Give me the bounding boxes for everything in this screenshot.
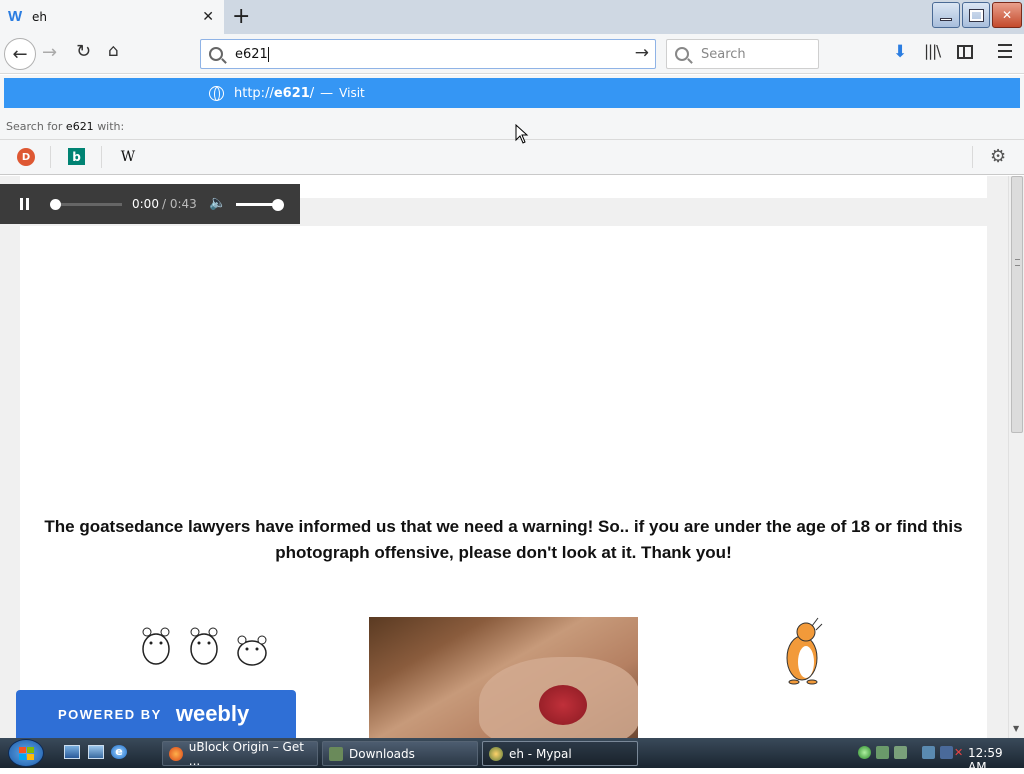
minimize-button[interactable]	[932, 2, 960, 28]
dancing-hamster-icon	[786, 617, 823, 685]
visit-url: http://e621/	[234, 85, 315, 101]
volume-muted-icon[interactable]: ✕	[954, 746, 967, 759]
search-icon	[675, 47, 689, 61]
wikipedia-icon[interactable]: W	[119, 148, 137, 166]
go-arrow-icon[interactable]: →	[635, 43, 649, 63]
search-with-label: Search for e621 with:	[6, 120, 125, 133]
visit-suggestion[interactable]: http://e621/ — Visit	[4, 78, 1020, 108]
mypal-icon	[489, 746, 503, 761]
volume-knob[interactable]	[272, 199, 284, 211]
mouse-cursor-icon	[515, 124, 529, 144]
seek-bar[interactable]	[50, 199, 122, 210]
url-bar[interactable]: e621 →	[200, 39, 656, 69]
weebly-logo: weebly	[175, 701, 250, 726]
hamster-icon	[142, 627, 170, 665]
tray-app-icon[interactable]	[894, 746, 907, 759]
taskbar-item-eh-mypal[interactable]: eh - Mypal	[482, 741, 638, 766]
tab-eh[interactable]: W eh ✕	[0, 0, 224, 34]
badge-powered-text: POWERED BY	[58, 706, 162, 722]
warning-text: The goatsedance lawyers have informed us…	[44, 517, 963, 562]
restore-button[interactable]	[962, 2, 990, 28]
globe-icon	[209, 85, 224, 101]
taskbar-item-ublock[interactable]: uBlock Origin – Get ...	[162, 739, 318, 768]
divider	[972, 146, 973, 168]
forward-button[interactable]: →	[42, 42, 57, 63]
home-button[interactable]: ⌂	[108, 41, 119, 61]
photo-detail	[539, 685, 587, 725]
monitor-tray-icon[interactable]	[922, 746, 935, 759]
visit-separator: —	[320, 85, 334, 101]
url-suggestion-dropdown: http://e621/ — Visit Search for e621 wit…	[0, 75, 1024, 175]
task-label: uBlock Origin – Get ...	[188, 739, 304, 768]
search-engine-row: D b W ⚙	[0, 139, 1024, 173]
audio-player: 0:00 / 0:43 🔈	[0, 184, 300, 224]
gear-icon[interactable]: ⚙	[990, 146, 1006, 167]
close-tab-icon[interactable]: ✕	[202, 9, 214, 25]
hamster-icon	[190, 627, 218, 665]
sync-tray-icon[interactable]	[858, 746, 871, 759]
powered-by-weebly-badge[interactable]: POWERED BY weebly	[16, 690, 296, 738]
sidebar-icon[interactable]	[957, 45, 973, 59]
switch-windows-icon[interactable]	[88, 745, 104, 759]
task-label: Downloads	[349, 746, 415, 761]
show-desktop-icon[interactable]	[64, 745, 80, 759]
start-button[interactable]	[8, 739, 44, 767]
duckduckgo-icon[interactable]: D	[17, 148, 35, 166]
taskbar-item-downloads[interactable]: Downloads	[322, 741, 478, 766]
duration: / 0:43	[162, 197, 197, 211]
visit-action-label: Visit	[339, 86, 365, 100]
bing-icon[interactable]: b	[68, 148, 85, 165]
clock[interactable]: 12:59 AM	[968, 746, 1024, 774]
divider	[50, 146, 51, 168]
photograph	[369, 617, 638, 738]
hamster-icon	[237, 635, 267, 666]
taskbar: e uBlock Origin – Get ... Downloads eh -…	[0, 738, 1024, 774]
scrollbar-thumb[interactable]	[1011, 176, 1023, 433]
volume-icon[interactable]: 🔈	[209, 195, 226, 211]
vertical-scrollbar[interactable]: ▼	[1008, 176, 1024, 738]
tab-strip: W eh ✕ + ✕	[0, 0, 1024, 34]
search-box[interactable]: Search	[666, 39, 819, 69]
divider	[101, 146, 102, 168]
reload-button[interactable]: ↻	[76, 41, 91, 62]
search-placeholder: Search	[701, 46, 746, 62]
folder-icon	[329, 746, 343, 761]
tab-title: eh	[32, 10, 47, 24]
network-tray-icon[interactable]	[876, 746, 889, 759]
weebly-favicon-icon: W	[8, 8, 23, 25]
close-window-button[interactable]: ✕	[992, 2, 1022, 28]
scroll-down-arrow-icon[interactable]: ▼	[1013, 724, 1019, 733]
window-controls: ✕	[932, 2, 1022, 28]
windows-logo-icon	[18, 746, 34, 760]
navigation-toolbar: ← → ↻ ⌂ e621 → Search ⬇ |||\	[0, 34, 1024, 74]
search-icon	[209, 47, 223, 61]
page-viewport: 0:00 / 0:43 🔈 The goatsedance lawyers ha…	[0, 176, 1008, 738]
back-button[interactable]: ←	[4, 38, 36, 70]
hamburger-menu-icon[interactable]	[998, 44, 1012, 62]
firefox-icon	[169, 746, 183, 761]
task-label: eh - Mypal	[509, 746, 572, 761]
connection-tray-icon[interactable]	[940, 746, 953, 759]
download-icon[interactable]: ⬇	[893, 42, 907, 62]
pause-icon[interactable]	[20, 198, 29, 210]
url-input[interactable]: e621	[235, 46, 269, 62]
internet-explorer-icon[interactable]: e	[111, 745, 127, 759]
current-time: 0:00	[132, 197, 159, 211]
seek-knob[interactable]	[50, 199, 61, 210]
library-icon[interactable]: |||\	[924, 42, 941, 60]
new-tab-button[interactable]: +	[232, 4, 250, 29]
